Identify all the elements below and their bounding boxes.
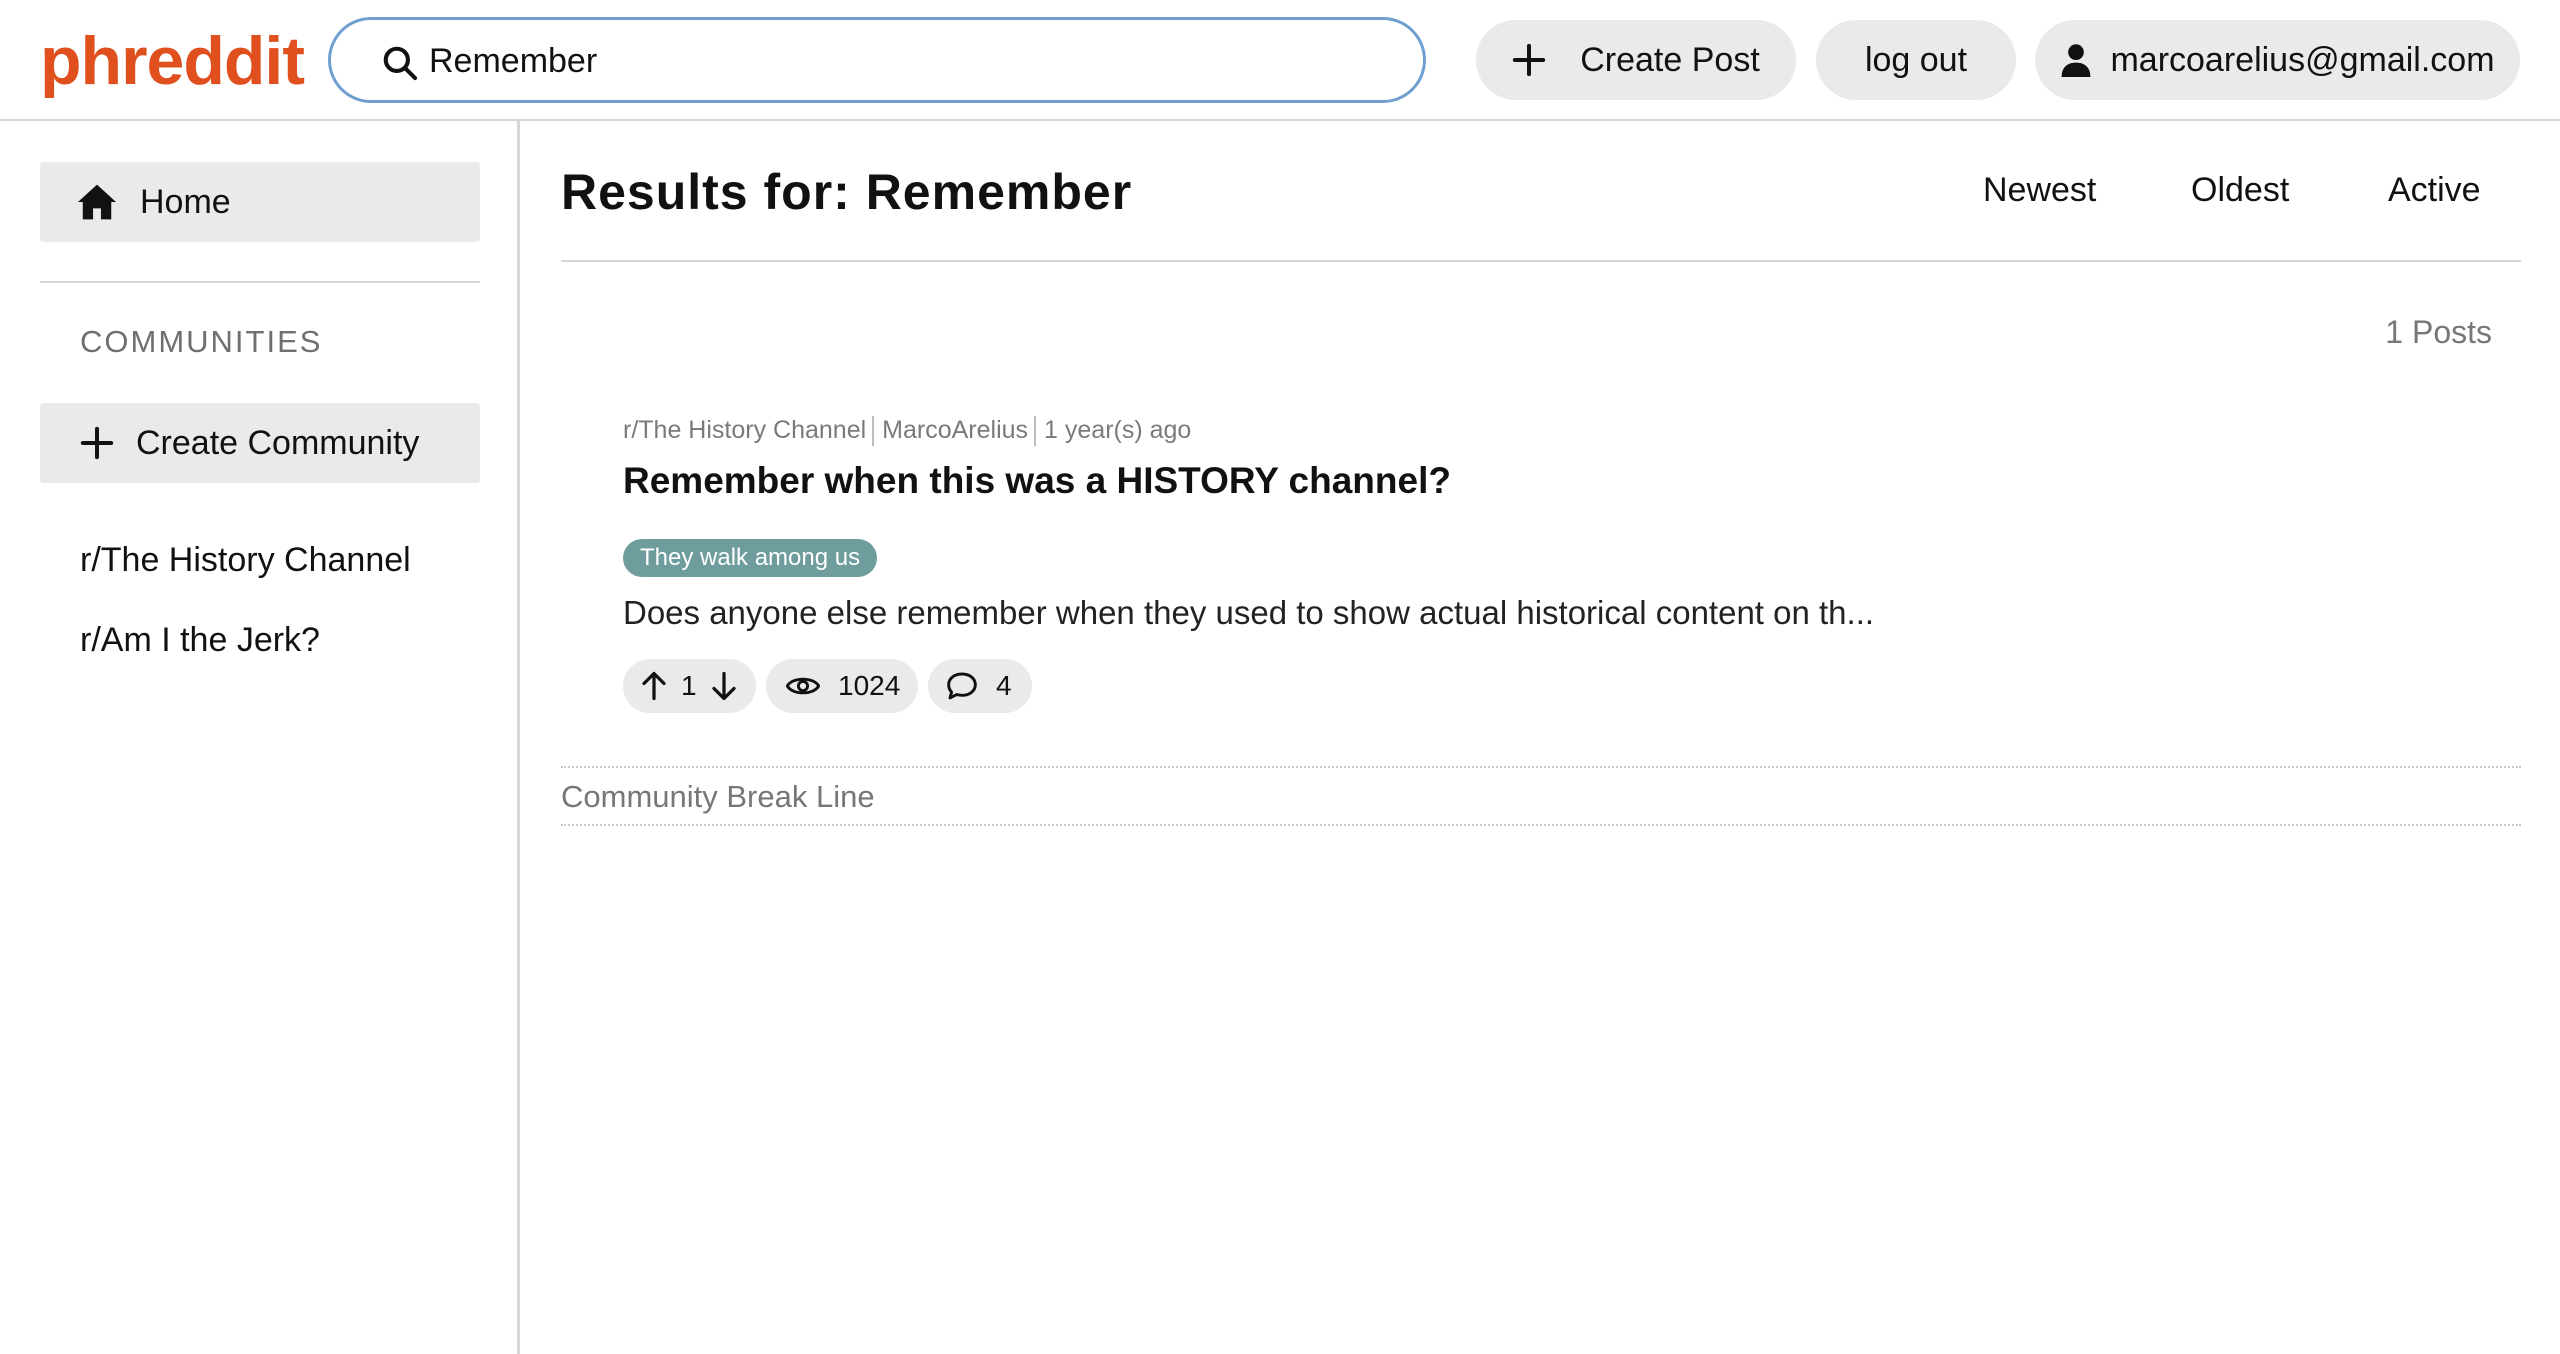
- sort-newest-button[interactable]: Newest: [1983, 171, 2096, 210]
- post-flair: They walk among us: [623, 539, 878, 577]
- plus-icon: [1513, 43, 1546, 77]
- create-community-button[interactable]: Create Community: [40, 403, 480, 483]
- create-post-button[interactable]: Create Post: [1476, 20, 1796, 100]
- search-input[interactable]: [429, 36, 1389, 86]
- community-link-history-channel[interactable]: r/The History Channel: [80, 541, 411, 580]
- sort-active-button[interactable]: Active: [2388, 171, 2481, 210]
- views-pill: 1024: [766, 659, 918, 713]
- view-count: 1024: [838, 670, 901, 701]
- page-title: Results for: Remember: [561, 164, 1133, 220]
- search-bar[interactable]: [328, 17, 1426, 103]
- sidebar: Home COMMUNITIES Create Community r/The …: [0, 121, 520, 1354]
- post-card[interactable]: r/The History Channel MarcoArelius 1 year(…: [623, 416, 2423, 736]
- community-link-am-i-the-jerk[interactable]: r/Am I the Jerk?: [80, 621, 320, 660]
- create-community-label: Create Community: [136, 423, 420, 462]
- meta-separator: [1034, 416, 1037, 447]
- user-profile-button[interactable]: marcoarelius@gmail.com: [2035, 20, 2520, 100]
- post-count: 1 Posts: [2385, 314, 2492, 350]
- meta-separator: [872, 416, 875, 447]
- arrow-up-icon[interactable]: [641, 671, 667, 701]
- logout-label: log out: [1864, 40, 1968, 79]
- main-content: Results for: Remember Newest Oldest Acti…: [523, 121, 2560, 1354]
- logout-button[interactable]: log out: [1816, 20, 2016, 100]
- comments-pill[interactable]: 4: [928, 659, 1032, 713]
- user-email: marcoarelius@gmail.com: [2110, 40, 2495, 79]
- home-label: Home: [140, 182, 231, 221]
- post-title[interactable]: Remember when this was a HISTORY channel…: [623, 460, 1451, 502]
- sidebar-divider: [40, 281, 480, 283]
- post-excerpt: Does anyone else remember when they used…: [623, 594, 1875, 631]
- post-author: MarcoArelius: [882, 416, 1029, 444]
- sort-oldest-button[interactable]: Oldest: [2191, 171, 2289, 210]
- create-post-label: Create Post: [1580, 40, 1760, 79]
- communities-heading: COMMUNITIES: [80, 324, 323, 359]
- arrow-down-icon[interactable]: [711, 671, 737, 701]
- break-line-label: Community Break Line: [561, 779, 875, 814]
- plus-icon: [80, 426, 114, 460]
- header: phreddit Create Post log out marcoareliu…: [0, 0, 2560, 121]
- post-meta: r/The History Channel MarcoArelius 1 year(…: [623, 416, 1192, 447]
- user-icon: [2062, 44, 2091, 77]
- header-divider: [561, 260, 2521, 262]
- home-icon: [78, 184, 116, 220]
- search-icon: [383, 46, 418, 81]
- eye-icon: [786, 677, 820, 695]
- post-community[interactable]: r/The History Channel: [623, 416, 866, 444]
- post-time: 1 year(s) ago: [1044, 416, 1192, 444]
- vote-count: 1: [681, 670, 697, 701]
- comment-count: 4: [996, 670, 1012, 701]
- home-nav-button[interactable]: Home: [40, 162, 480, 242]
- vote-pill: 1: [623, 659, 756, 713]
- logo[interactable]: phreddit: [40, 22, 305, 100]
- comment-icon: [947, 672, 977, 700]
- community-break-line: Community Break Line: [561, 766, 2521, 826]
